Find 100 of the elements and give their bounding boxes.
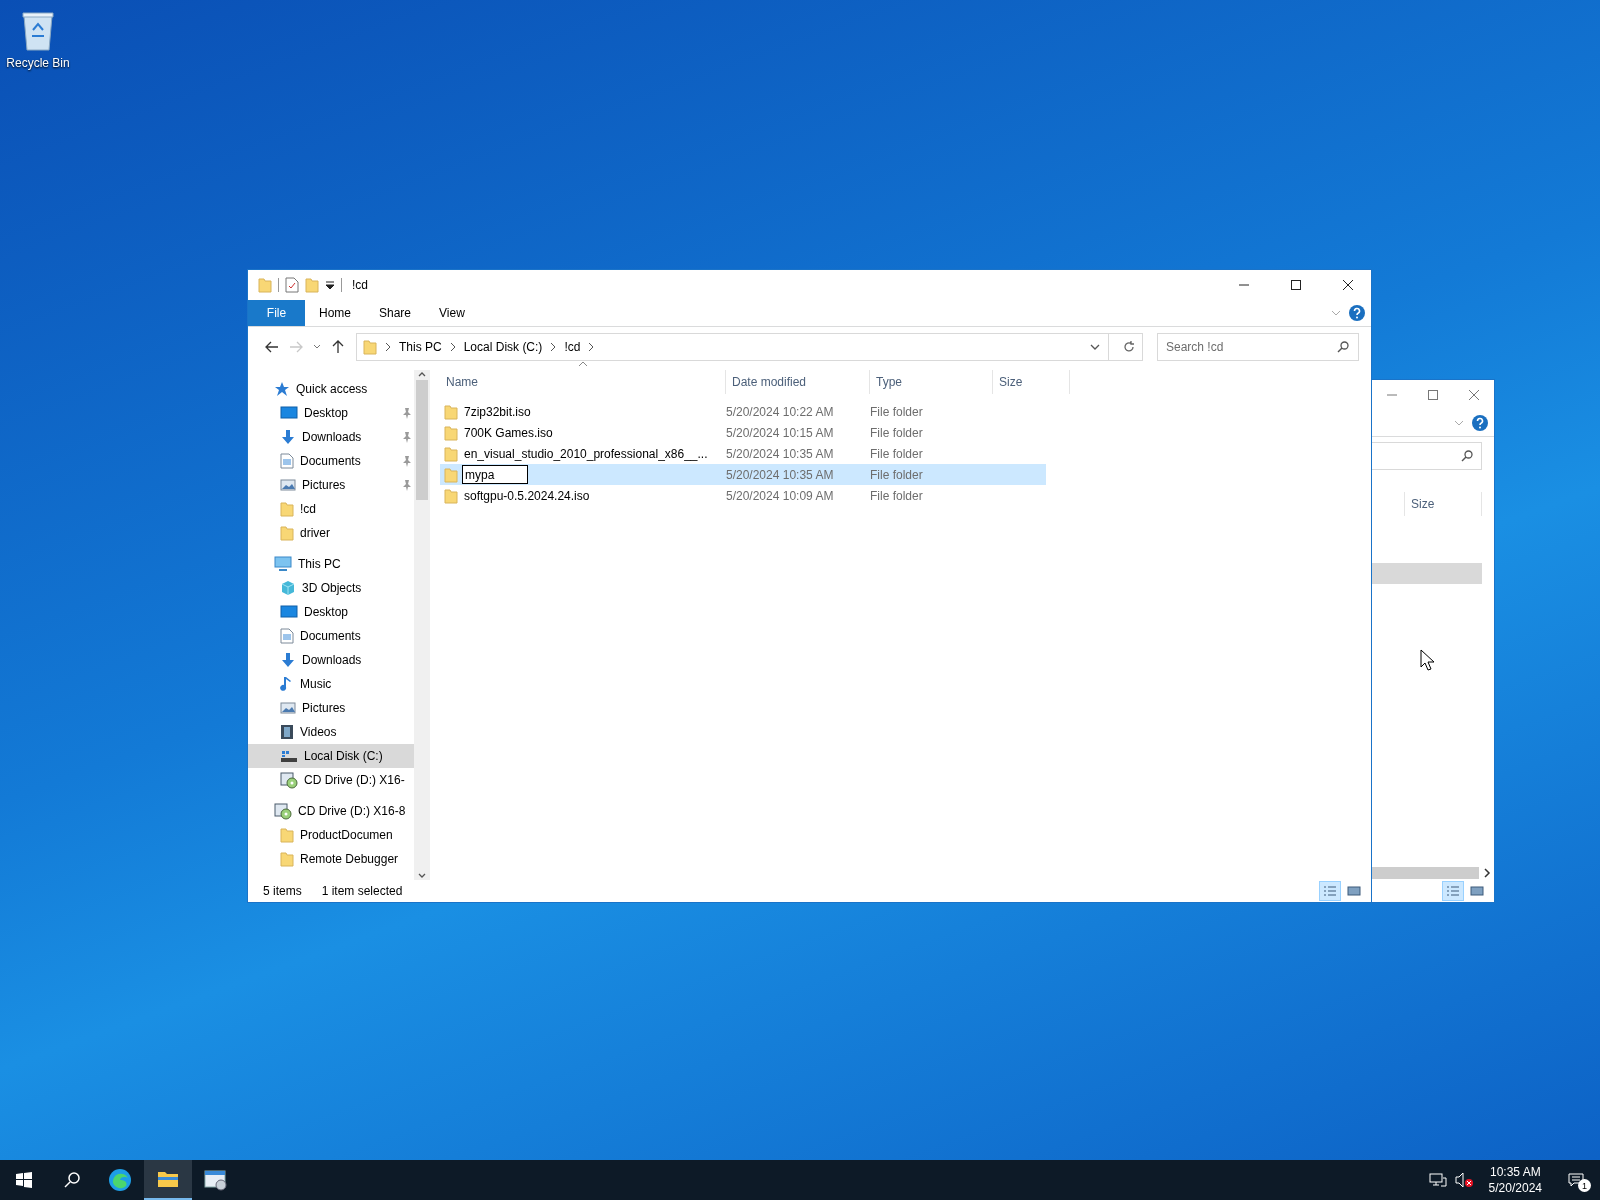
- chevron-right-icon: [1483, 868, 1491, 878]
- breadcrumb-link[interactable]: Local Disk (C:): [463, 340, 543, 354]
- file-row[interactable]: en_visual_studio_2010_professional_x86__... 5/20/2024 10:35 AM File folder: [440, 443, 1046, 464]
- folder-icon: [444, 487, 458, 504]
- maximize-icon: [1291, 280, 1301, 290]
- nav-item[interactable]: Quick access: [248, 377, 414, 401]
- nav-item[interactable]: CD Drive (D:) X16-: [248, 768, 414, 792]
- ribbon-tab[interactable]: View: [425, 300, 479, 326]
- pin-icon: [402, 431, 412, 443]
- up-arrow-icon[interactable]: [332, 340, 344, 354]
- file-row[interactable]: softgpu-0.5.2024.24.iso 5/20/2024 10:09 AM File folder: [440, 485, 1046, 506]
- search-field[interactable]: Search !cd: [1157, 333, 1359, 361]
- computer-icon: [274, 556, 292, 572]
- file-row[interactable]: mypa 5/20/2024 10:35 AM File folder: [440, 464, 1046, 485]
- nav-item[interactable]: !cd: [248, 497, 414, 521]
- file-row[interactable]: 700K Games.iso 5/20/2024 10:15 AM File folder: [440, 422, 1046, 443]
- search-icon: [1337, 341, 1349, 353]
- nav-item[interactable]: Desktop: [248, 600, 414, 624]
- nav-item[interactable]: ProductDocumen: [248, 823, 414, 847]
- folder-icon: [157, 1170, 179, 1188]
- file-row[interactable]: 7zip32bit.iso 5/20/2024 10:22 AM File folder: [440, 401, 1046, 422]
- windows-logo-icon: [16, 1172, 32, 1188]
- dropdown-icon[interactable]: [325, 280, 335, 290]
- vertical-scrollbar[interactable]: [414, 370, 430, 880]
- back-arrow-icon[interactable]: [265, 341, 279, 353]
- properties-icon[interactable]: [285, 277, 299, 293]
- help-icon[interactable]: [1472, 415, 1488, 431]
- column-header[interactable]: Size: [993, 370, 1070, 394]
- nav-item[interactable]: Videos: [248, 720, 414, 744]
- help-icon[interactable]: [1349, 305, 1365, 321]
- rename-field[interactable]: mypa: [462, 465, 528, 484]
- column-header[interactable]: Type: [870, 370, 993, 394]
- breadcrumb-link[interactable]: This PC: [399, 340, 442, 354]
- chevron-icon: [549, 342, 558, 352]
- column-header[interactable]: Date modified: [726, 370, 870, 394]
- ribbon-tab[interactable]: Home: [305, 300, 365, 326]
- refresh-icon[interactable]: [1123, 341, 1135, 353]
- column-header[interactable]: Size: [1404, 492, 1482, 516]
- down-arrow-icon: [280, 429, 296, 445]
- maximize-icon: [1428, 390, 1438, 400]
- nav-item[interactable]: Documents: [248, 624, 414, 648]
- nav-item[interactable]: This PC: [248, 552, 414, 576]
- window-title: !cd: [352, 278, 368, 292]
- nav-item[interactable]: Desktop: [248, 401, 414, 425]
- nav-item[interactable]: Music: [248, 672, 414, 696]
- recent-dropdown-icon[interactable]: [313, 344, 321, 350]
- chevron-down-icon: [418, 872, 426, 880]
- mouse-pointer-icon: [1420, 649, 1434, 671]
- file-menu-tab[interactable]: File: [248, 300, 305, 326]
- chevron-down-icon[interactable]: [1090, 344, 1100, 350]
- nav-item[interactable]: Documents: [248, 449, 414, 473]
- clock[interactable]: 10:35 AM 5/20/2024: [1480, 1164, 1550, 1196]
- window-icon: [204, 1169, 228, 1191]
- nav-item[interactable]: Local Disk (C:): [248, 744, 414, 768]
- nav-item[interactable]: Pictures: [248, 696, 414, 720]
- file-name: softgpu-0.5.2024.24.iso: [464, 488, 590, 503]
- address-bar[interactable]: This PC Local Disk (C:) !cd: [356, 333, 1143, 361]
- type-cell-text: File folder: [869, 425, 924, 440]
- music-note-icon: [280, 676, 294, 692]
- cd-drive-icon: [274, 802, 292, 820]
- column-header[interactable]: Name: [440, 370, 726, 394]
- nav-item[interactable]: Remote Debugger: [248, 847, 414, 871]
- nav-item[interactable]: 3D Objects: [248, 576, 414, 600]
- nav-item[interactable]: CD Drive (D:) X16-8: [248, 799, 414, 823]
- desktop-icon-label[interactable]: Recycle Bin: [6, 56, 70, 70]
- nav-item[interactable]: Downloads: [248, 425, 414, 449]
- image-icon: [1470, 885, 1484, 897]
- date-cell-text: 5/20/2024 10:15 AM: [725, 425, 835, 440]
- search-icon: [1461, 450, 1473, 462]
- type-cell-text: File folder: [869, 467, 924, 482]
- type-cell-text: File folder: [869, 488, 924, 503]
- notification-badge: 1: [1578, 1179, 1591, 1192]
- chevron-icon: [587, 342, 596, 352]
- item-count: 5 items: [263, 884, 302, 898]
- star-icon: [274, 381, 290, 397]
- pin-icon: [402, 455, 412, 467]
- cube-icon: [280, 580, 296, 596]
- taskbar-button[interactable]: [144, 1160, 192, 1200]
- notification-button[interactable]: 1: [1558, 1160, 1594, 1200]
- search-icon: [64, 1172, 80, 1188]
- search-field[interactable]: [1372, 442, 1482, 470]
- folder-icon: [444, 403, 458, 420]
- network-icon[interactable]: [1428, 1172, 1447, 1188]
- nav-item[interactable]: Downloads: [248, 648, 414, 672]
- pin-icon: [402, 479, 412, 491]
- nav-item[interactable]: Pictures: [248, 473, 414, 497]
- muted-speaker-icon[interactable]: [1454, 1172, 1473, 1188]
- cd-drive-icon: [280, 771, 298, 789]
- list-icon: [1323, 885, 1337, 897]
- file-name: en_visual_studio_2010_professional_x86__...: [464, 446, 708, 461]
- ribbon-tab[interactable]: Share: [365, 300, 426, 326]
- scrollbar-thumb[interactable]: [416, 380, 428, 500]
- folder-icon: [363, 339, 377, 355]
- down-arrow-icon: [280, 652, 296, 668]
- breadcrumb-link[interactable]: !cd: [564, 340, 581, 354]
- drive-icon: [280, 749, 298, 763]
- image-icon: [1347, 885, 1361, 897]
- monitor-icon: [280, 605, 298, 619]
- browser-swirl-icon: [108, 1168, 132, 1192]
- nav-item[interactable]: driver: [248, 521, 414, 545]
